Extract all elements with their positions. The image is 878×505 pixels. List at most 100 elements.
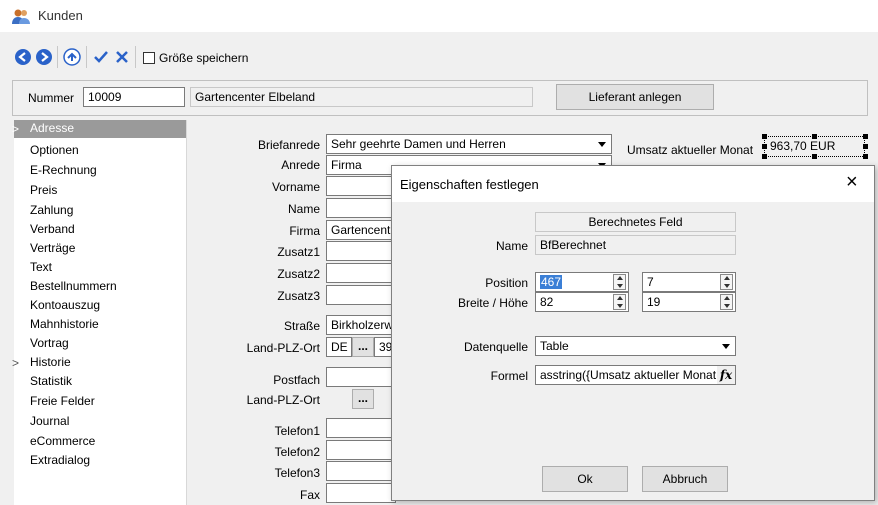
resize-handle[interactable]: [863, 144, 868, 149]
telefon2-label: Telefon2: [274, 445, 320, 459]
spinner-arrows-icon[interactable]: [613, 294, 626, 310]
resize-handle[interactable]: [863, 134, 868, 139]
zusatz1-label: Zusatz1: [277, 245, 320, 259]
properties-dialog: Eigenschaften festlegen × Berechnetes Fe…: [391, 165, 875, 501]
ok-button[interactable]: Ok: [542, 466, 628, 492]
nav-item-kontoauszug[interactable]: Kontoauszug: [30, 298, 100, 312]
formula-field[interactable]: asstring({Umsatz aktueller Monat: [535, 365, 736, 385]
postfach-label: Postfach: [273, 373, 320, 387]
resize-handle[interactable]: [812, 134, 817, 139]
spinner-arrows-icon[interactable]: [613, 274, 626, 290]
nav-item-optionen[interactable]: Optionen: [30, 143, 79, 157]
toolbar-separator: [86, 46, 87, 68]
zusatz1-field[interactable]: [326, 241, 396, 261]
resize-handle[interactable]: [762, 154, 767, 159]
zusatz3-field[interactable]: [326, 285, 396, 305]
nav-item-ecommerce[interactable]: eCommerce: [30, 434, 95, 448]
resize-handle[interactable]: [762, 144, 767, 149]
telefon2-field[interactable]: [326, 440, 396, 460]
toolbar-separator: [135, 46, 136, 68]
formula-value: asstring({Umsatz aktueller Monat: [540, 368, 717, 382]
resize-handle[interactable]: [762, 134, 767, 139]
nav-item-freie-felder[interactable]: Freie Felder: [30, 394, 95, 408]
number-label: Nummer: [28, 91, 75, 105]
briefanrede-value: Sehr geehrte Damen und Herren: [331, 137, 506, 151]
datasource-label: Datenquelle: [463, 340, 528, 354]
datasource-select[interactable]: Table: [535, 336, 736, 356]
up-icon[interactable]: [63, 48, 81, 66]
formula-label: Formel: [490, 369, 528, 383]
vorname-label: Vorname: [271, 180, 320, 194]
nav-item-mahnhistorie[interactable]: Mahnhistorie: [30, 317, 99, 331]
country-lookup-button-2[interactable]: ...: [352, 389, 374, 409]
size-save-label: Größe speichern: [159, 51, 249, 65]
chevron-down-icon[interactable]: [717, 337, 735, 355]
spinner-arrows-icon[interactable]: [720, 274, 733, 290]
nav-item-journal[interactable]: Journal: [30, 414, 69, 428]
position-x-spinner[interactable]: 467: [535, 272, 629, 292]
close-icon[interactable]: ×: [846, 172, 858, 192]
resize-handle[interactable]: [863, 154, 868, 159]
nav-item-bestellnummern[interactable]: Bestellnummern: [30, 279, 117, 293]
checkmark-icon[interactable]: [92, 48, 110, 66]
chevron-right-icon: >: [12, 356, 20, 370]
telefon1-label: Telefon1: [274, 424, 320, 438]
back-icon[interactable]: [14, 48, 32, 66]
nav-item-preis[interactable]: Preis: [30, 183, 57, 197]
forward-icon[interactable]: [35, 48, 53, 66]
cancel-icon[interactable]: [113, 48, 131, 66]
position-label: Position: [485, 276, 528, 290]
nav-item-historie[interactable]: Historie: [30, 355, 71, 369]
nav-item-vertraege[interactable]: Verträge: [30, 241, 75, 255]
function-icon[interactable]: fx: [717, 366, 735, 384]
position-x-value: 467: [540, 275, 563, 289]
toolbar-separator: [57, 46, 58, 68]
anrede-label: Anrede: [281, 158, 320, 172]
land-plz-ort-label: Land-PLZ-Ort: [246, 341, 320, 355]
chevron-right-icon: >: [12, 122, 20, 136]
cancel-button[interactable]: Abbruch: [642, 466, 728, 492]
zusatz2-label: Zusatz2: [277, 267, 320, 281]
spinner-arrows-icon[interactable]: [720, 294, 733, 310]
country-field[interactable]: DE: [326, 337, 352, 357]
chevron-down-icon[interactable]: [593, 135, 611, 153]
strasse-label: Straße: [283, 319, 320, 333]
briefanrede-select[interactable]: Sehr geehrte Damen und Herren: [326, 134, 612, 154]
anrede-value: Firma: [331, 158, 362, 172]
height-spinner[interactable]: 19: [642, 292, 736, 312]
fax-label: Fax: [299, 488, 320, 502]
resize-handle[interactable]: [812, 154, 817, 159]
nav-item-text[interactable]: Text: [30, 260, 52, 274]
zusatz2-field[interactable]: [326, 263, 396, 283]
country-lookup-button[interactable]: ...: [352, 337, 374, 357]
telefon3-field[interactable]: [326, 461, 396, 481]
dialog-title: Eigenschaften festlegen: [400, 177, 539, 192]
nav-item-zahlung[interactable]: Zahlung: [30, 203, 73, 217]
height-value: 19: [647, 295, 661, 309]
firma-label: Firma: [289, 224, 320, 238]
fax-field[interactable]: [326, 483, 396, 503]
position-y-value: 7: [647, 275, 654, 289]
nav-item-statistik[interactable]: Statistik: [30, 374, 72, 388]
number-field[interactable]: 10009: [83, 87, 185, 107]
customers-icon: [12, 9, 30, 24]
strasse-field[interactable]: Birkholzerw: [326, 315, 396, 335]
name-display: BfBerechnet: [535, 235, 736, 255]
telefon3-label: Telefon3: [274, 466, 320, 480]
position-y-spinner[interactable]: 7: [642, 272, 736, 292]
width-spinner[interactable]: 82: [535, 292, 629, 312]
nav-item-adresse[interactable]: Adresse: [30, 121, 74, 135]
briefanrede-label: Briefanrede: [257, 138, 320, 152]
size-save-checkbox[interactable]: [143, 52, 155, 64]
nav-item-extradialog[interactable]: Extradialog: [30, 453, 90, 467]
firma-field[interactable]: Gartencent: [326, 220, 396, 240]
nav-item-verband[interactable]: Verband: [30, 222, 75, 236]
nav-item-e-rechnung[interactable]: E-Rechnung: [30, 163, 97, 177]
vorname-field[interactable]: [326, 176, 396, 196]
telefon1-field[interactable]: [326, 418, 396, 438]
postfach-field[interactable]: [326, 367, 396, 387]
nav-item-vortrag[interactable]: Vortrag: [30, 336, 69, 350]
create-supplier-button[interactable]: Lieferant anlegen: [556, 84, 714, 110]
section-header: Berechnetes Feld: [535, 212, 736, 232]
name-field[interactable]: [326, 198, 396, 218]
